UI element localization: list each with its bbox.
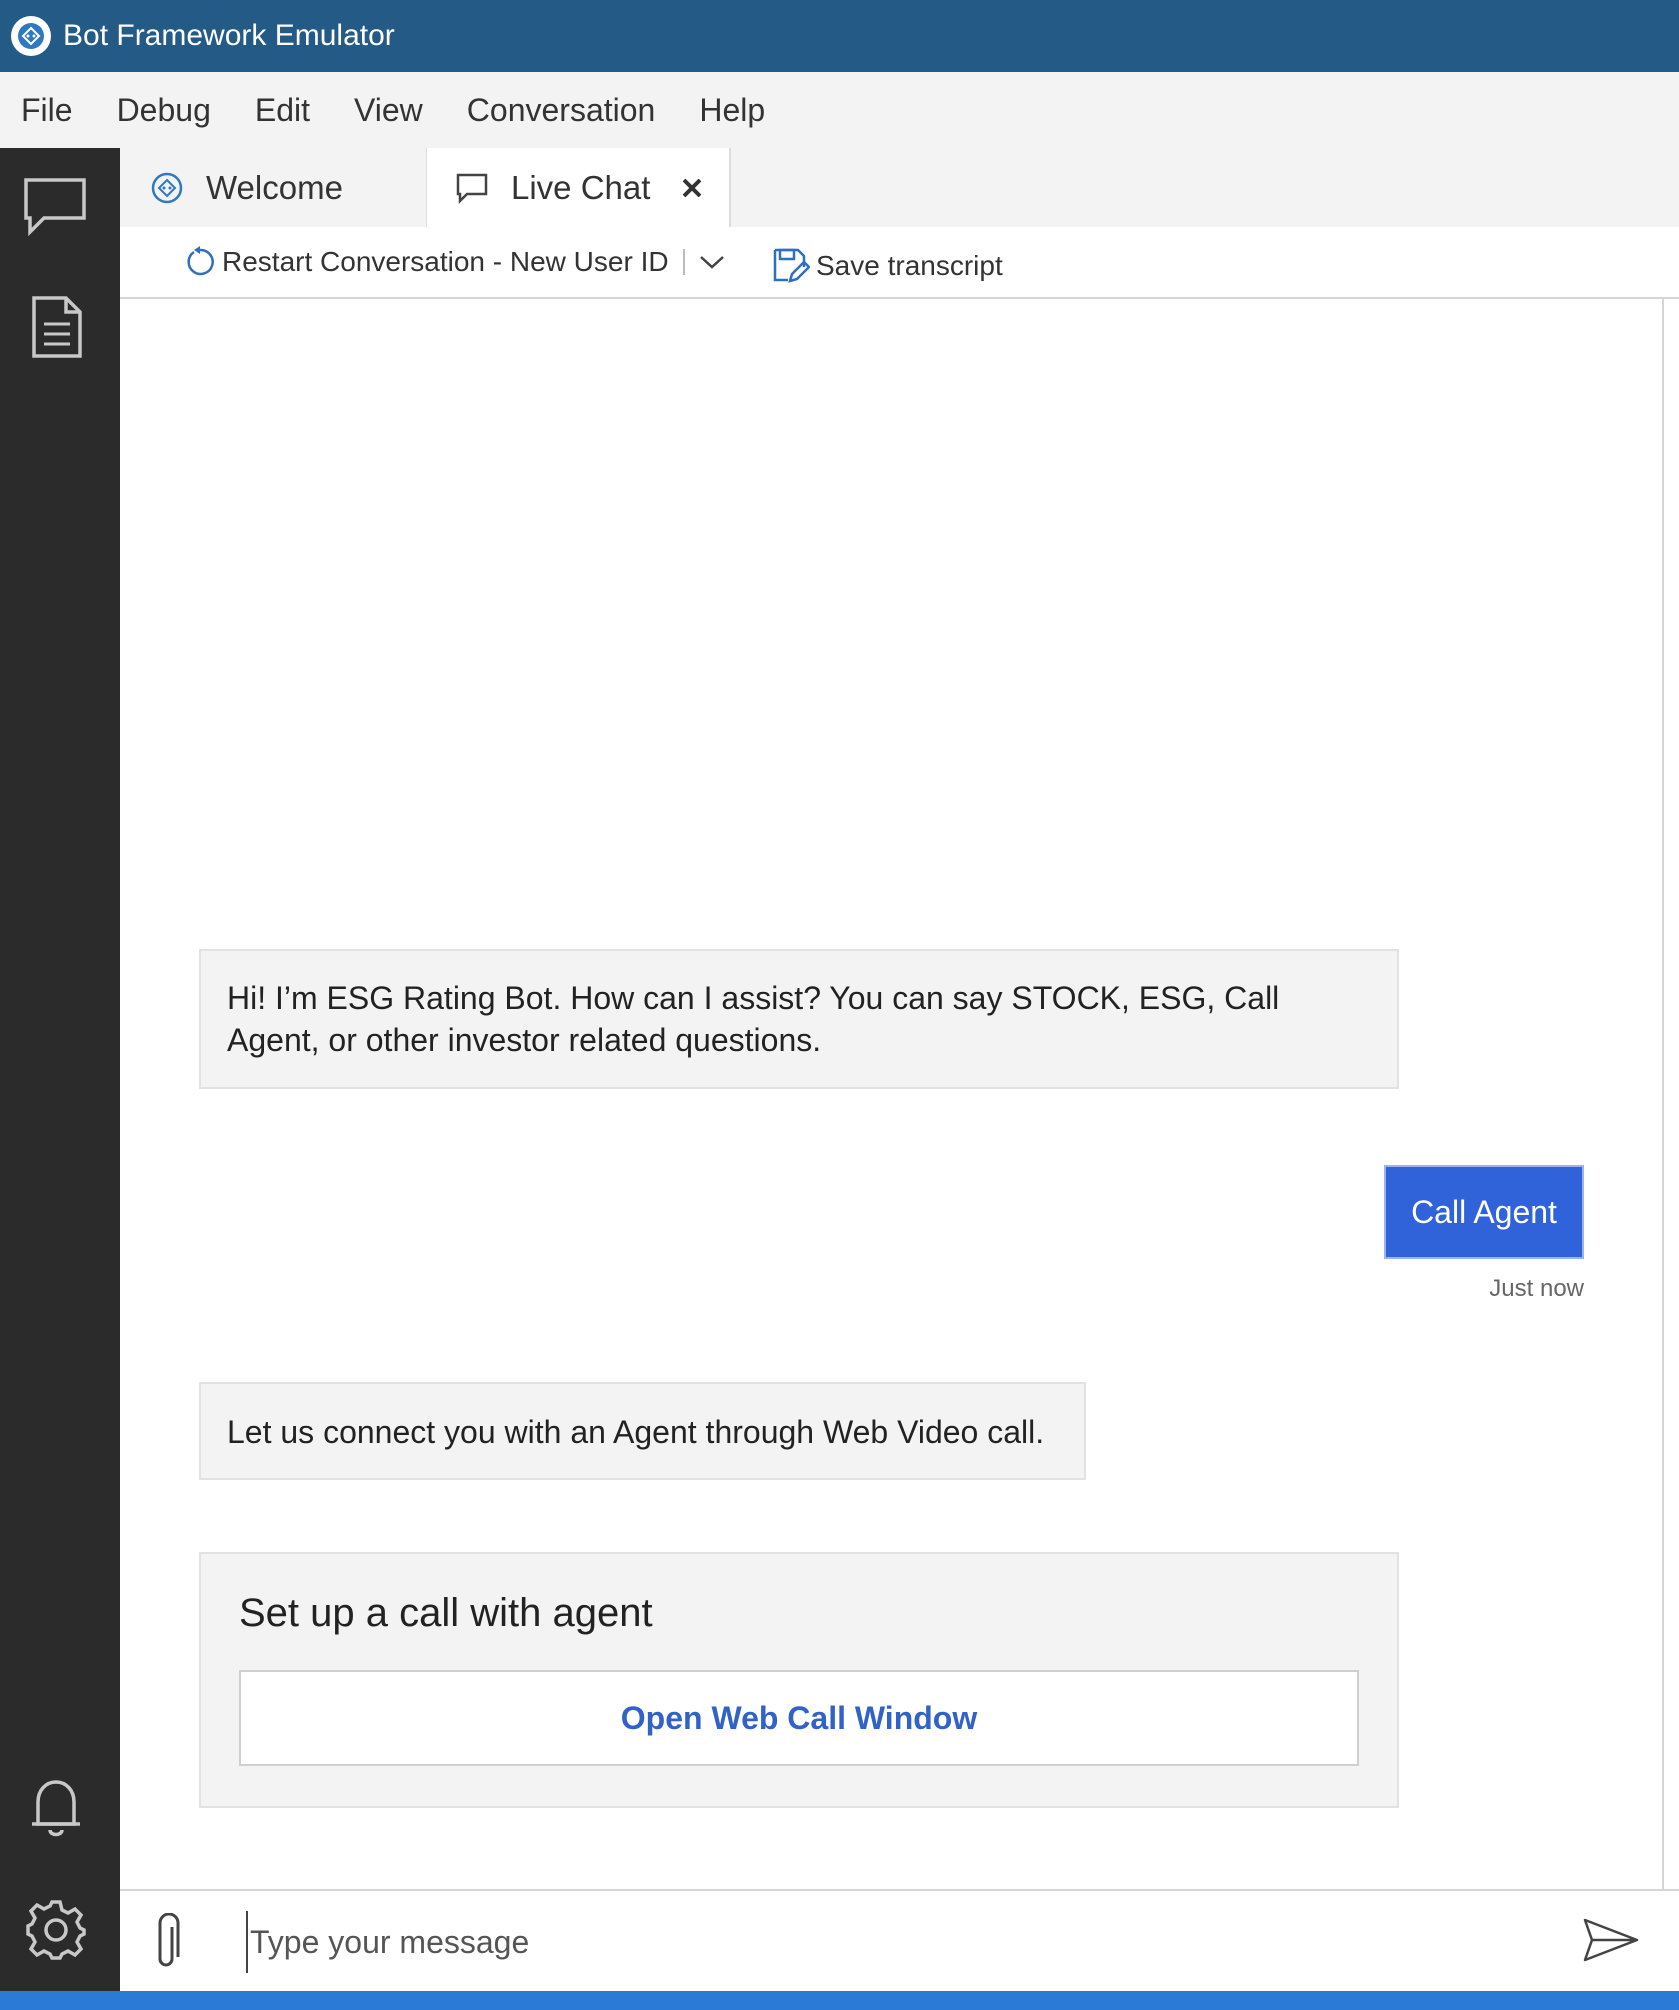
open-web-call-button[interactable]: Open Web Call Window — [239, 1670, 1359, 1766]
menu-help[interactable]: Help — [699, 92, 765, 129]
toolbar-divider — [682, 249, 685, 275]
bot-message: Let us connect you with an Agent through… — [199, 1382, 1086, 1480]
message-input[interactable] — [246, 1911, 1552, 1973]
tab-welcome[interactable]: Welcome — [150, 148, 422, 227]
paperclip-icon[interactable] — [152, 1912, 182, 1978]
send-icon[interactable] — [1582, 1917, 1640, 1968]
menu-conversation[interactable]: Conversation — [467, 92, 656, 129]
tab-live-chat-label: Live Chat — [511, 168, 651, 206]
status-bar — [0, 1991, 1679, 2010]
restart-conversation-label: Restart Conversation - New User ID — [222, 246, 669, 277]
save-transcript-button[interactable]: Save transcript — [772, 231, 1003, 301]
conversation-toolbar: Restart Conversation - New User ID Save … — [120, 227, 1679, 299]
emulator-logo-icon — [150, 171, 184, 205]
tab-live-chat[interactable]: Live Chat — [426, 148, 731, 227]
chat-bubble-icon[interactable] — [22, 176, 88, 241]
app-title: Bot Framework Emulator — [63, 19, 395, 52]
card-title: Set up a call with agent — [239, 1591, 653, 1635]
menu-edit[interactable]: Edit — [255, 92, 310, 129]
document-icon[interactable] — [30, 294, 84, 365]
message-timestamp: Just now — [1489, 1275, 1584, 1302]
emulator-logo-icon — [11, 16, 51, 56]
adaptive-card: Set up a call with agent Open Web Call W… — [199, 1552, 1399, 1808]
tab-strip: Welcome Live Chat — [120, 148, 1679, 227]
save-transcript-label: Save transcript — [816, 250, 1003, 281]
close-icon[interactable] — [680, 176, 704, 200]
restart-conversation-button[interactable]: Restart Conversation - New User ID — [184, 227, 725, 297]
refresh-icon — [184, 246, 216, 278]
save-icon — [772, 247, 810, 285]
message-composer — [120, 1889, 1679, 1993]
menu-debug[interactable]: Debug — [117, 92, 211, 129]
bell-icon[interactable] — [28, 1776, 84, 1845]
chat-bubble-icon — [455, 172, 489, 204]
chevron-down-icon[interactable] — [699, 254, 725, 270]
menu-bar: File Debug Edit View Conversation Help — [0, 72, 1679, 148]
bot-message-text: Hi! I’m ESG Rating Bot. How can I assist… — [227, 980, 1280, 1058]
title-bar: Bot Framework Emulator — [0, 0, 1679, 72]
tab-welcome-label: Welcome — [206, 168, 343, 206]
menu-view[interactable]: View — [354, 92, 423, 129]
chat-transcript[interactable]: Hi! I’m ESG Rating Bot. How can I assist… — [120, 299, 1664, 1889]
activity-sidebar — [0, 148, 120, 1991]
gear-icon[interactable] — [24, 1898, 88, 1967]
bot-message: Hi! I’m ESG Rating Bot. How can I assist… — [199, 949, 1399, 1089]
user-message-text: Call Agent — [1411, 1193, 1557, 1230]
menu-file[interactable]: File — [21, 92, 73, 129]
user-message: Call Agent — [1384, 1165, 1584, 1259]
bot-message-text: Let us connect you with an Agent through… — [227, 1414, 1045, 1450]
